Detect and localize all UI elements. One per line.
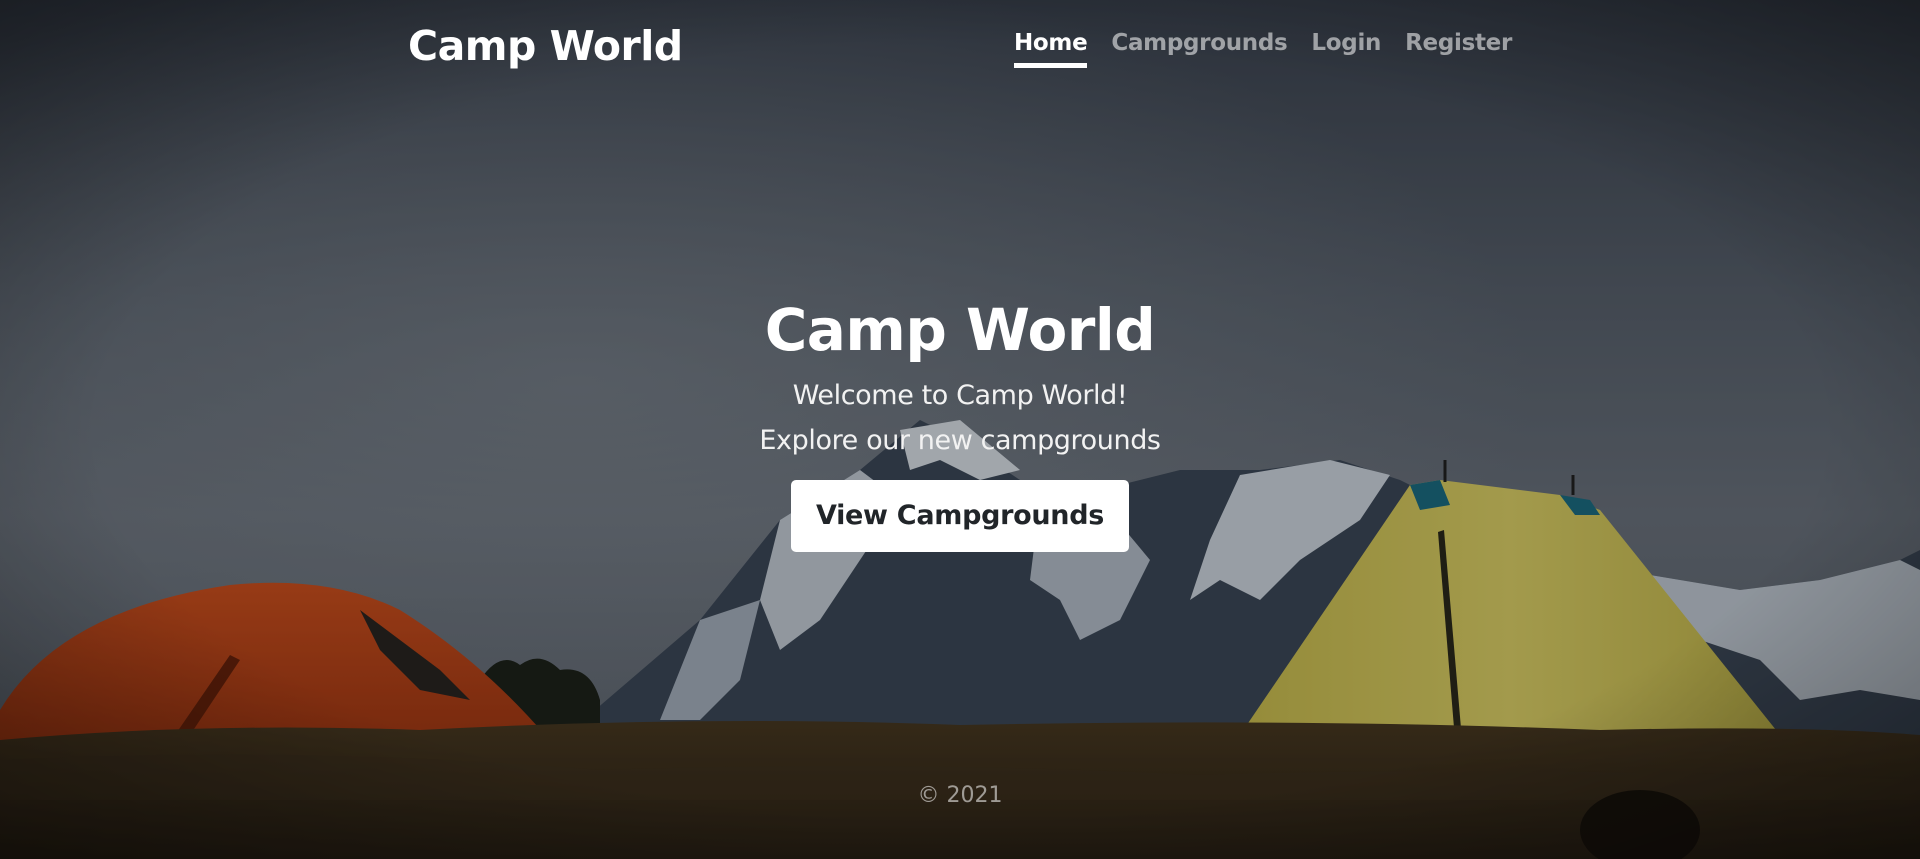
nav-campgrounds[interactable]: Campgrounds — [1111, 30, 1287, 68]
main-nav: Home Campgrounds Login Register — [1013, 30, 1512, 68]
brand-logo[interactable]: Camp World — [408, 22, 683, 70]
nav-register[interactable]: Register — [1405, 30, 1512, 68]
nav-home[interactable]: Home — [1013, 30, 1088, 68]
nav-login[interactable]: Login — [1311, 30, 1381, 68]
view-campgrounds-button[interactable]: View Campgrounds — [790, 480, 1130, 552]
hero-tagline: Explore our new campgrounds — [759, 425, 1161, 456]
footer-copyright: © 2021 — [917, 783, 1003, 808]
landing-page: Camp World Home Campgrounds Login Regist… — [0, 0, 1920, 859]
hero-section: Camp World Welcome to Camp World! Explor… — [0, 295, 1920, 552]
hero-title: Camp World — [764, 296, 1156, 364]
hero-welcome-text: Welcome to Camp World! — [792, 380, 1128, 411]
